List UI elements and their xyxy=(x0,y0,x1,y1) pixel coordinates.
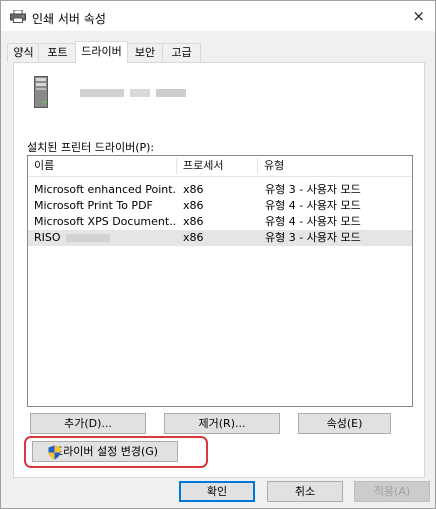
list-item-selected[interactable]: RISO x86 유형 3 - 사용자 모드 xyxy=(28,230,412,246)
listview-header: 이름 프로세서 유형 xyxy=(28,156,412,177)
ok-button[interactable]: 확인 xyxy=(179,481,255,502)
list-item[interactable]: Microsoft Print To PDF x86 유형 4 - 사용자 모드 xyxy=(28,198,412,214)
change-driver-settings-button[interactable]: 드라이버 설정 변경(G) xyxy=(32,441,178,462)
cancel-button[interactable]: 취소 xyxy=(267,481,343,502)
driver-name-redacted xyxy=(66,234,110,242)
title-bar: 인쇄 서버 속성 × xyxy=(1,1,435,31)
apply-button[interactable]: 적용(A) xyxy=(354,481,430,502)
remove-driver-button[interactable]: 제거(R)... xyxy=(164,413,280,434)
list-item[interactable]: Microsoft enhanced Point... x86 유형 3 - 사… xyxy=(28,182,412,198)
window-title: 인쇄 서버 속성 xyxy=(32,12,106,26)
server-name-redacted xyxy=(80,89,188,97)
tab-drivers[interactable]: 드라이버 xyxy=(75,41,128,63)
close-icon[interactable]: × xyxy=(412,7,425,25)
uac-shield-icon xyxy=(48,445,61,460)
column-header-processor[interactable]: 프로세서 xyxy=(177,156,257,176)
installed-drivers-label: 설치된 프린터 드라이버(P): xyxy=(27,141,155,154)
print-server-properties-window: 인쇄 서버 속성 × 양식 포트 드라이버 보안 고급 설치된 프린터 드라이버… xyxy=(0,0,436,509)
server-tower-icon xyxy=(34,76,48,108)
list-item[interactable]: Microsoft XPS Document... x86 유형 4 - 사용자… xyxy=(28,214,412,230)
column-header-type[interactable]: 유형 xyxy=(258,156,384,176)
drivers-listview[interactable]: 이름 프로세서 유형 Microsoft enhanced Point... x… xyxy=(27,155,413,407)
tab-advanced[interactable]: 고급 xyxy=(162,43,201,62)
change-driver-settings-label: 드라이버 설정 변경(G) xyxy=(53,445,159,458)
add-driver-button[interactable]: 추가(D)... xyxy=(30,413,146,434)
tab-forms[interactable]: 양식 xyxy=(7,43,40,62)
tab-ports[interactable]: 포트 xyxy=(38,43,77,62)
tab-security[interactable]: 보안 xyxy=(126,43,164,62)
printer-icon xyxy=(10,10,26,23)
drivers-tab-panel: 설치된 프린터 드라이버(P): 이름 프로세서 유형 Microsoft en… xyxy=(13,62,425,478)
column-header-name[interactable]: 이름 xyxy=(28,156,170,176)
driver-properties-button[interactable]: 속성(E) xyxy=(298,413,391,434)
